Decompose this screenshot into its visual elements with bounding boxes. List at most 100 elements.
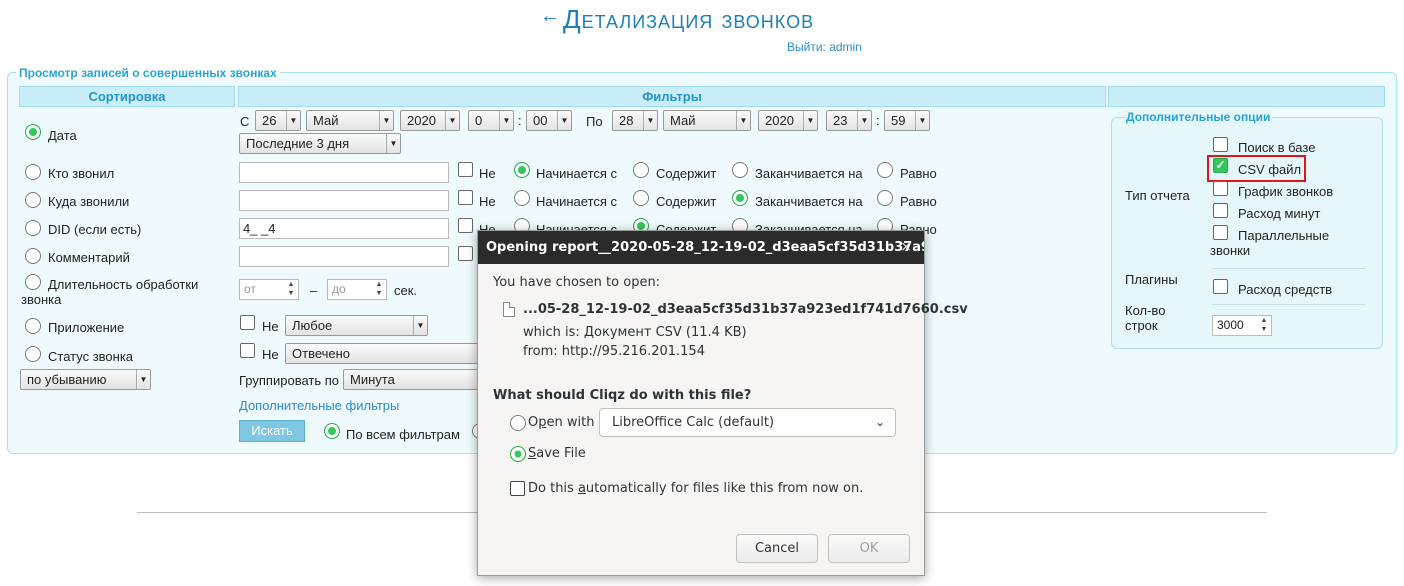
sort-radio-app[interactable] (25, 318, 41, 334)
callee-starts-label: Начинается с (536, 194, 618, 209)
sort-order-select[interactable]: по убыванию ▼ (20, 369, 151, 390)
group-select[interactable]: Минута (343, 369, 483, 390)
group-label: Группировать по (239, 373, 340, 388)
spinner-icon[interactable]: ▲ ▼ (284, 280, 298, 299)
caller-input[interactable] (239, 162, 449, 183)
caller-equals-radio[interactable] (877, 162, 893, 178)
chevron-down-icon: ▼ (136, 370, 150, 389)
sort-radio-comment[interactable] (25, 248, 41, 264)
date-preset-select[interactable]: Последние 3 дня ▼ (239, 133, 401, 154)
save-file-radio[interactable] (510, 446, 526, 462)
status-not-checkbox[interactable] (240, 343, 255, 358)
spinner-icon[interactable]: ▲ ▼ (1257, 316, 1271, 335)
minutes-usage-label: Расход минут (1238, 206, 1321, 221)
callee-input[interactable] (239, 190, 449, 211)
all-filters-radio[interactable] (324, 423, 340, 439)
from-year-select[interactable]: 2020 ▼ (400, 110, 460, 131)
to-min-select[interactable]: 59 ▼ (884, 110, 930, 131)
duration-from-input[interactable]: от ▲ ▼ (239, 279, 299, 300)
from-month-select[interactable]: Май ▼ (306, 110, 394, 131)
file-icon (503, 302, 515, 317)
callee-equals-label: Равно (900, 194, 937, 209)
sort-label-duration: Длительность обработки (48, 277, 199, 292)
parallel-calls-checkbox[interactable] (1213, 225, 1228, 240)
callee-not-label: Не (479, 194, 496, 209)
sort-label-status: Статус звонка (48, 349, 134, 364)
callee-starts-radio[interactable] (514, 190, 530, 206)
auto-checkbox[interactable] (510, 481, 525, 496)
caller-ends-label: Заканчивается на (755, 166, 863, 181)
sort-radio-duration[interactable] (25, 274, 41, 290)
search-button[interactable]: Искать (239, 420, 305, 442)
rows-label: Кол-во (1125, 303, 1166, 318)
sort-radio-callee[interactable] (25, 192, 41, 208)
caller-starts-radio[interactable] (514, 162, 530, 178)
sort-radio-caller[interactable] (25, 164, 41, 180)
status-select[interactable]: Отвечено (285, 343, 485, 364)
file-source: from: http://95.216.201.154 (523, 344, 705, 359)
minutes-usage-checkbox[interactable] (1213, 203, 1228, 218)
callee-ends-radio[interactable] (732, 190, 748, 206)
call-graph-checkbox[interactable] (1213, 181, 1228, 196)
sort-radio-date[interactable] (25, 124, 41, 140)
callee-equals-radio[interactable] (877, 190, 893, 206)
chevron-down-icon: ▼ (643, 111, 657, 130)
date-to-label: По (586, 114, 603, 129)
sort-label-comment: Комментарий (48, 250, 130, 265)
cancel-button[interactable]: Cancel (736, 534, 818, 563)
to-year-select[interactable]: 2020 ▼ (758, 110, 818, 131)
spinner-icon[interactable]: ▲ ▼ (372, 280, 386, 299)
search-db-checkbox[interactable] (1213, 137, 1228, 152)
app-not-label: Не (262, 319, 279, 334)
sort-header: Сортировка (19, 86, 235, 107)
from-hour-select[interactable]: 0 ▼ (468, 110, 514, 131)
sort-radio-status[interactable] (25, 346, 41, 362)
callee-not-checkbox[interactable] (458, 190, 473, 205)
callee-contains-radio[interactable] (633, 190, 649, 206)
back-arrow-icon[interactable]: ← (540, 5, 561, 27)
chevron-down-icon: ▼ (557, 111, 571, 130)
status-not-label: Не (262, 347, 279, 362)
caller-contains-label: Содержит (656, 166, 717, 181)
caller-equals-label: Равно (900, 166, 937, 181)
dialog-title: Opening report__2020-05-28_12-19-02_d3ea… (478, 231, 924, 264)
to-hour-select[interactable]: 23 ▼ (826, 110, 872, 131)
date-from-label: С (240, 114, 250, 129)
open-with-radio[interactable] (510, 415, 526, 431)
caller-starts-label: Начинается с (536, 166, 618, 181)
sort-radio-did[interactable] (25, 220, 41, 236)
caller-not-label: Не (479, 166, 496, 181)
callee-contains-label: Содержит (656, 194, 717, 209)
duration-to-input[interactable]: до ▲ ▼ (327, 279, 387, 300)
open-with-app-select[interactable]: LibreOffice Calc (default) ⌄ (599, 408, 896, 437)
more-filters-link[interactable]: Дополнительные фильтры (239, 398, 399, 413)
ok-button[interactable]: OK (828, 534, 910, 563)
from-min-select[interactable]: 00 ▼ (526, 110, 572, 131)
close-icon[interactable]: × (900, 231, 912, 264)
did-not-checkbox[interactable] (458, 218, 473, 233)
did-input[interactable]: 4_ _4 (239, 218, 449, 239)
divider (1212, 304, 1365, 305)
chevron-down-icon: ▼ (445, 111, 459, 130)
sort-label-app: Приложение (48, 320, 125, 335)
chevron-down-icon: ▼ (803, 111, 817, 130)
save-file-label: Save File (528, 446, 586, 461)
action-question: What should Cliqz do with this file? (493, 388, 752, 403)
app-select[interactable]: Любое ▼ (285, 315, 428, 336)
funds-usage-checkbox[interactable] (1213, 279, 1228, 294)
from-day-select[interactable]: 26 ▼ (255, 110, 301, 131)
sort-label-callee: Куда звонили (48, 194, 130, 209)
caller-contains-radio[interactable] (633, 162, 649, 178)
file-name: ...05-28_12-19-02_d3eaa5cf35d31b37a923ed… (523, 302, 968, 317)
parallel-calls-label: Параллельные (1238, 228, 1330, 243)
comment-input[interactable] (239, 246, 449, 267)
logout-link[interactable]: Выйти: admin (787, 40, 862, 54)
page-title: ←Детализация звонков (540, 4, 815, 34)
to-day-select[interactable]: 28 ▼ (612, 110, 658, 131)
rows-count-input[interactable]: 3000 ▲ ▼ (1212, 315, 1272, 336)
to-month-select[interactable]: Май ▼ (663, 110, 751, 131)
caller-ends-radio[interactable] (732, 162, 748, 178)
app-not-checkbox[interactable] (240, 315, 255, 330)
caller-not-checkbox[interactable] (458, 162, 473, 177)
comment-not-checkbox[interactable] (458, 246, 473, 261)
